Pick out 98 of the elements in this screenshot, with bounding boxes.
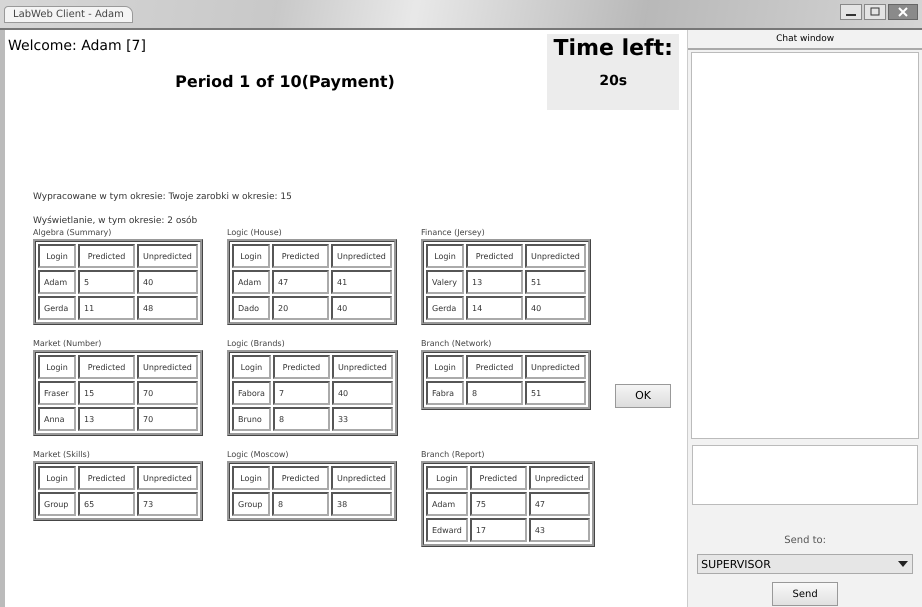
table-cell: 43 xyxy=(528,518,590,542)
column-header: Login xyxy=(426,244,464,268)
table-cell: 51 xyxy=(525,270,586,294)
column-header: Predicted xyxy=(272,355,330,379)
table-cell: Adam xyxy=(38,270,76,294)
table-cell: Fraser xyxy=(38,381,76,405)
table-cell: Dado xyxy=(232,296,270,320)
table-cell: Group xyxy=(232,492,270,516)
table-cell: 17 xyxy=(470,518,527,542)
column-header: Unpredicted xyxy=(525,355,586,379)
send-button[interactable]: Send xyxy=(772,582,838,606)
table-cell: Edward xyxy=(426,518,468,542)
timer-value: 20s xyxy=(599,73,628,89)
table-title: Algebra (Summary) xyxy=(33,228,112,237)
table-cell: 5 xyxy=(78,270,135,294)
maximize-icon[interactable] xyxy=(864,4,886,20)
table-cell: 8 xyxy=(466,381,523,405)
table-cell: Fabora xyxy=(232,381,271,405)
close-icon[interactable] xyxy=(888,4,918,20)
table-cell: 40 xyxy=(137,270,198,294)
column-header: Unpredicted xyxy=(137,466,198,490)
column-header: Login xyxy=(232,244,270,268)
column-header: Login xyxy=(232,466,270,490)
column-header: Unpredicted xyxy=(528,466,590,490)
table-cell: 70 xyxy=(137,381,198,405)
info-text: Wyświetlanie, w tym okresie: 2 osób xyxy=(33,216,198,226)
table-title: Market (Number) xyxy=(33,339,102,348)
table-title: Market (Skills) xyxy=(33,450,91,459)
table-cell: 14 xyxy=(466,296,523,320)
table-cell: 11 xyxy=(78,296,135,320)
table-title: Logic (House) xyxy=(227,228,283,237)
table-cell: 38 xyxy=(331,492,392,516)
column-header: Login xyxy=(426,355,464,379)
table-cell: 70 xyxy=(137,407,198,431)
column-header: Login xyxy=(38,355,76,379)
welcome-text: Welcome: Adam [7] xyxy=(7,37,147,54)
column-header: Predicted xyxy=(78,355,135,379)
table-cell: 47 xyxy=(528,492,590,516)
column-header: Unpredicted xyxy=(525,244,586,268)
table-cell: 47 xyxy=(272,270,329,294)
table-cell: 51 xyxy=(525,381,586,405)
table-cell: 8 xyxy=(272,407,330,431)
minimize-icon[interactable] xyxy=(840,4,862,20)
send-to-label: Send to: xyxy=(784,535,826,546)
table-title: Branch (Report) xyxy=(421,450,486,459)
chat-title: Chat window xyxy=(688,30,922,50)
table-cell: Group xyxy=(38,492,76,516)
table-cell: Fabra xyxy=(426,381,464,405)
table-cell: Anna xyxy=(38,407,76,431)
table-cell: 13 xyxy=(466,270,523,294)
table-cell: 15 xyxy=(78,381,135,405)
table-cell: 20 xyxy=(272,296,329,320)
table-cell: Bruno xyxy=(232,407,271,431)
column-header: Predicted xyxy=(466,355,523,379)
table-cell: Valery xyxy=(426,270,464,294)
column-header: Unpredicted xyxy=(331,466,392,490)
table-title: Branch (Network) xyxy=(421,339,492,348)
column-header: Login xyxy=(38,244,76,268)
column-header: Unpredicted xyxy=(137,244,198,268)
column-header: Login xyxy=(426,466,468,490)
table-cell: Gerda xyxy=(426,296,464,320)
column-header: Predicted xyxy=(272,244,329,268)
table-title: Logic (Moscow) xyxy=(227,450,290,459)
table-cell: 48 xyxy=(137,296,198,320)
info-text: Wypracowane w tym okresie: Twoje zarobki w okresie: 15 xyxy=(33,192,293,202)
dropdown-arrow-icon[interactable] xyxy=(897,560,910,568)
timer-label: Time left: xyxy=(554,36,673,61)
table-cell: 40 xyxy=(332,381,393,405)
column-header: Login xyxy=(38,466,76,490)
table-cell: Adam xyxy=(426,492,468,516)
table-cell: 75 xyxy=(470,492,527,516)
table-cell: 65 xyxy=(78,492,135,516)
column-header: Predicted xyxy=(470,466,527,490)
table-cell: 8 xyxy=(272,492,329,516)
column-header: Predicted xyxy=(78,244,135,268)
column-header: Predicted xyxy=(272,466,329,490)
message-field[interactable] xyxy=(692,445,918,505)
table-cell: 33 xyxy=(332,407,393,431)
table-cell: 73 xyxy=(137,492,198,516)
table-cell: 7 xyxy=(272,381,330,405)
column-header: Login xyxy=(232,355,271,379)
table-title: Logic (Brands) xyxy=(227,339,286,348)
table-cell: 40 xyxy=(331,296,392,320)
column-header: Unpredicted xyxy=(331,244,392,268)
window-title: LabWeb Client - Adam xyxy=(4,6,133,23)
column-header: Unpredicted xyxy=(137,355,198,379)
period-heading: Period 1 of 10(Payment) xyxy=(174,72,396,91)
table-cell: 41 xyxy=(331,270,392,294)
table-cell: 40 xyxy=(525,296,586,320)
column-header: Predicted xyxy=(466,244,523,268)
table-cell: Adam xyxy=(232,270,270,294)
column-header: Predicted xyxy=(78,466,135,490)
recipient-dropdown[interactable]: SUPERVISOR xyxy=(697,554,914,574)
table-cell: 13 xyxy=(78,407,135,431)
table-cell: Gerda xyxy=(38,296,76,320)
ok-button[interactable]: OK xyxy=(615,384,671,408)
table-title: Finance (Jersey) xyxy=(421,228,486,237)
column-header: Unpredicted xyxy=(332,355,393,379)
